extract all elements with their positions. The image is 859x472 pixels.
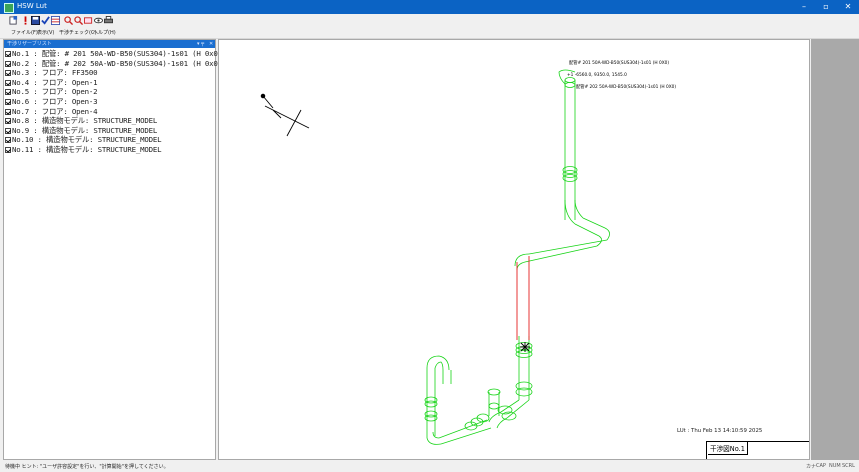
zoom-in-icon[interactable] <box>64 16 73 25</box>
new-icon[interactable] <box>9 16 18 25</box>
menu-view[interactable]: 表示(V) <box>37 29 54 36</box>
list-item[interactable]: No.6 : フロア: Open-3 <box>5 97 215 107</box>
panel-close-icon[interactable]: ✕ <box>209 40 213 48</box>
checkbox[interactable] <box>5 118 11 125</box>
checkbox[interactable] <box>5 89 11 96</box>
print-icon[interactable] <box>104 16 113 25</box>
menu-interference-check[interactable]: 干渉チェック(C) <box>59 29 96 36</box>
checkbox[interactable] <box>5 137 11 144</box>
list-item[interactable]: No.11 : 構造物モデル: STRUCTURE_MODEL <box>5 145 215 155</box>
zoom-fit-icon[interactable] <box>84 16 93 25</box>
title-bar: HSW Lut – ▫ ✕ <box>0 0 859 14</box>
status-message: 待機中 ヒント: "ユーザ許容設定"を行い、"計算開始"を押してください。 <box>5 464 169 470</box>
checkbox[interactable] <box>5 146 11 153</box>
list-item[interactable]: No.4 : フロア: Open-1 <box>5 78 215 88</box>
timestamp-label: LUt : Thu Feb 13 14:10:59 2025 <box>677 428 763 434</box>
list-item[interactable]: No.3 : フロア: FF3500 <box>5 68 215 78</box>
interference-item-list: No.1 : 配管: # 201 50A-WD-B50(SUS304)-1s01… <box>4 48 222 155</box>
exclamation-icon[interactable] <box>21 16 30 25</box>
indicator-num: NUM <box>829 463 841 469</box>
pipe-label-201: 配管# 201 50A-WD-B50(SUS304)-1s01 (H 0X0) <box>569 59 669 66</box>
save-icon[interactable] <box>31 16 40 25</box>
zoom-out-icon[interactable] <box>74 16 83 25</box>
canvas-gutter <box>811 39 859 460</box>
checkbox[interactable] <box>5 79 11 86</box>
menu-help[interactable]: ヘルプ(H) <box>93 29 116 36</box>
list-item[interactable]: No.9 : 構造物モデル: STRUCTURE_MODEL <box>5 126 215 136</box>
menu-file[interactable]: ファイル(F) <box>11 29 38 36</box>
indicator-scrl: SCRL <box>842 463 855 469</box>
maximize-button[interactable]: ▫ <box>818 0 834 14</box>
list-item[interactable]: No.10 : 構造物モデル: STRUCTURE_MODEL <box>5 135 215 145</box>
reserve-list-panel: 干渉リザーブリスト ▾ ╤ ✕ No.1 : 配管: # 201 50A-WD-… <box>3 39 222 460</box>
indicator-kana: カナ <box>806 464 817 470</box>
coordinate-label: +1 -6560.0, 9350.0, 1545.0 <box>567 72 627 78</box>
drawing-canvas[interactable]: 配管# 201 50A-WD-B50(SUS304)-1s01 (H 0X0) … <box>218 39 810 460</box>
checkbox[interactable] <box>5 127 11 134</box>
panel-header: 干渉リザーブリスト ▾ ╤ ✕ <box>4 40 215 48</box>
close-button[interactable]: ✕ <box>840 0 856 14</box>
status-bar: 待機中 ヒント: "ユーザ許容設定"を行い、"計算開始"を押してください。 カナ… <box>0 461 859 472</box>
pipe-wireframe <box>424 69 610 445</box>
sheet-title-box: 干渉図No.1 <box>706 441 809 459</box>
checkbox[interactable] <box>5 60 11 67</box>
minimize-button[interactable]: – <box>796 0 812 14</box>
axis-indicator-icon <box>260 93 310 137</box>
checkbox[interactable] <box>5 70 11 77</box>
check-icon[interactable] <box>41 16 50 25</box>
checkbox[interactable] <box>5 98 11 105</box>
panel-title: 干渉リザーブリスト <box>7 41 52 47</box>
list-item[interactable]: No.8 : 構造物モデル: STRUCTURE_MODEL <box>5 116 215 126</box>
eye-icon[interactable] <box>94 16 103 25</box>
panel-pin-icon[interactable]: ▾ ╤ <box>197 40 204 48</box>
list-item[interactable]: No.2 : 配管: # 202 50A-WD-B50(SUS304)-1s01… <box>5 59 222 69</box>
menu-bar: ファイル(F) 表示(V) 干渉チェック(C) ヘルプ(H) <box>0 27 859 39</box>
toolbar <box>0 14 859 27</box>
interference-marker-icon <box>520 342 530 352</box>
table-icon[interactable] <box>51 16 60 25</box>
checkbox[interactable] <box>5 108 11 115</box>
window-title: HSW Lut <box>17 2 47 10</box>
pipe-label-202: 配管# 202 50A-WD-B50(SUS304)-1s01 (H 0X0) <box>576 83 676 90</box>
checkbox[interactable] <box>5 51 11 57</box>
list-item[interactable]: No.7 : フロア: Open-4 <box>5 107 215 117</box>
sheet-label: 干渉図No.1 <box>708 442 748 455</box>
isometric-pipe-drawing[interactable]: 配管# 201 50A-WD-B50(SUS304)-1s01 (H 0X0) … <box>219 40 810 460</box>
list-item[interactable]: No.5 : フロア: Open-2 <box>5 87 215 97</box>
app-icon <box>4 3 14 13</box>
indicator-cap: CAP <box>816 463 826 469</box>
interference-highlight <box>516 256 530 340</box>
list-item[interactable]: No.1 : 配管: # 201 50A-WD-B50(SUS304)-1s01… <box>5 49 222 59</box>
